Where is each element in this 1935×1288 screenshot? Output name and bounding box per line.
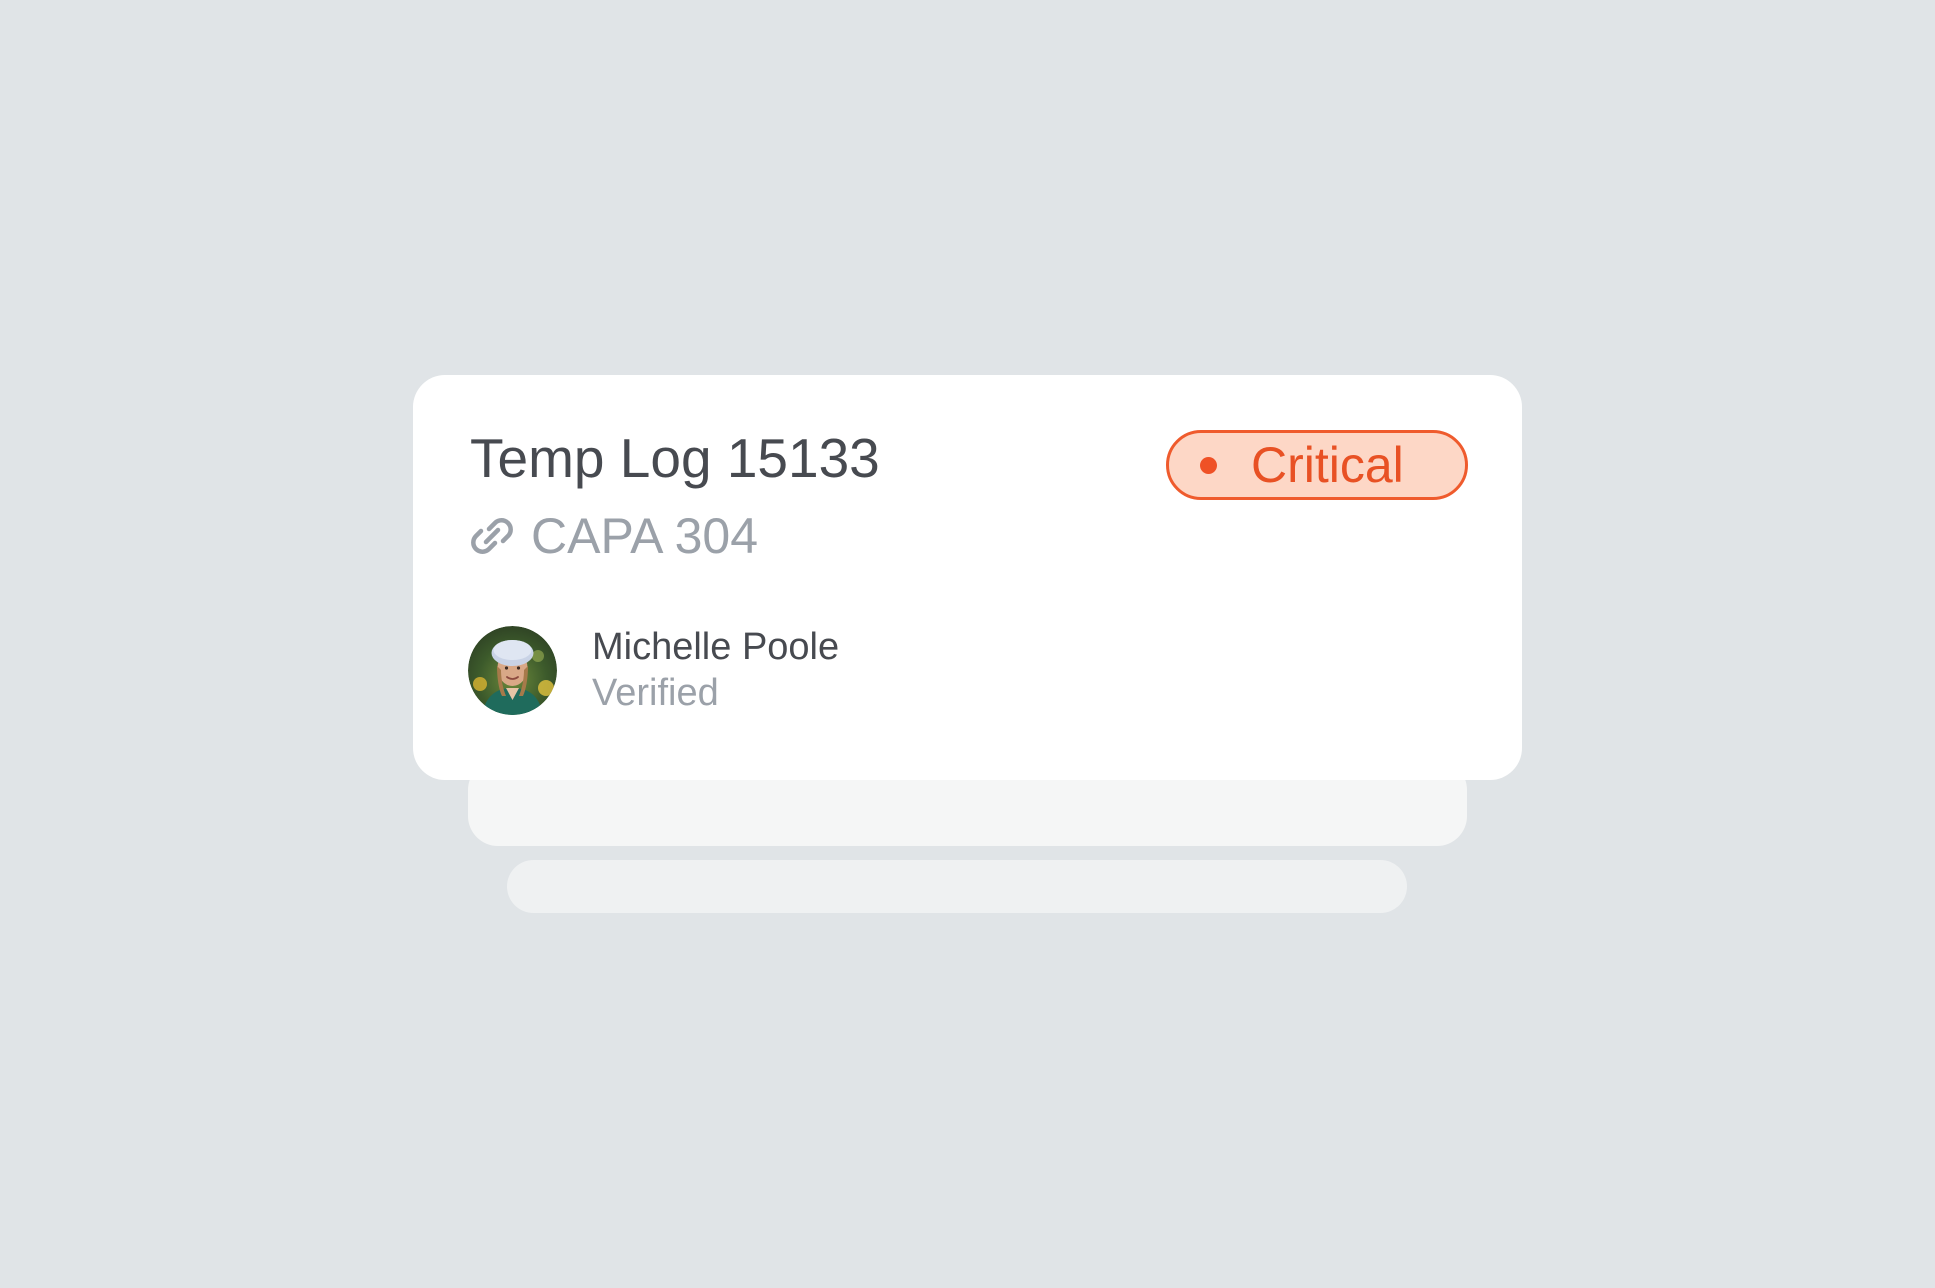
severity-dot-icon bbox=[1200, 456, 1217, 474]
record-card[interactable]: Temp Log 15133 Critical CAPA 304 Michell… bbox=[413, 375, 1522, 780]
link-icon bbox=[467, 514, 517, 558]
severity-label: Critical bbox=[1251, 437, 1404, 493]
record-title: Temp Log 15133 bbox=[470, 427, 880, 489]
linked-record-label: CAPA 304 bbox=[531, 508, 759, 564]
assignee-status: Verified bbox=[592, 671, 719, 714]
assignee: Michelle Poole Verified bbox=[468, 625, 839, 716]
card-stack-shadow-back bbox=[507, 860, 1407, 913]
linked-record-link[interactable]: CAPA 304 bbox=[467, 511, 758, 561]
severity-badge: Critical bbox=[1166, 430, 1468, 500]
assignee-name: Michelle Poole bbox=[592, 626, 840, 668]
avatar bbox=[468, 626, 557, 716]
